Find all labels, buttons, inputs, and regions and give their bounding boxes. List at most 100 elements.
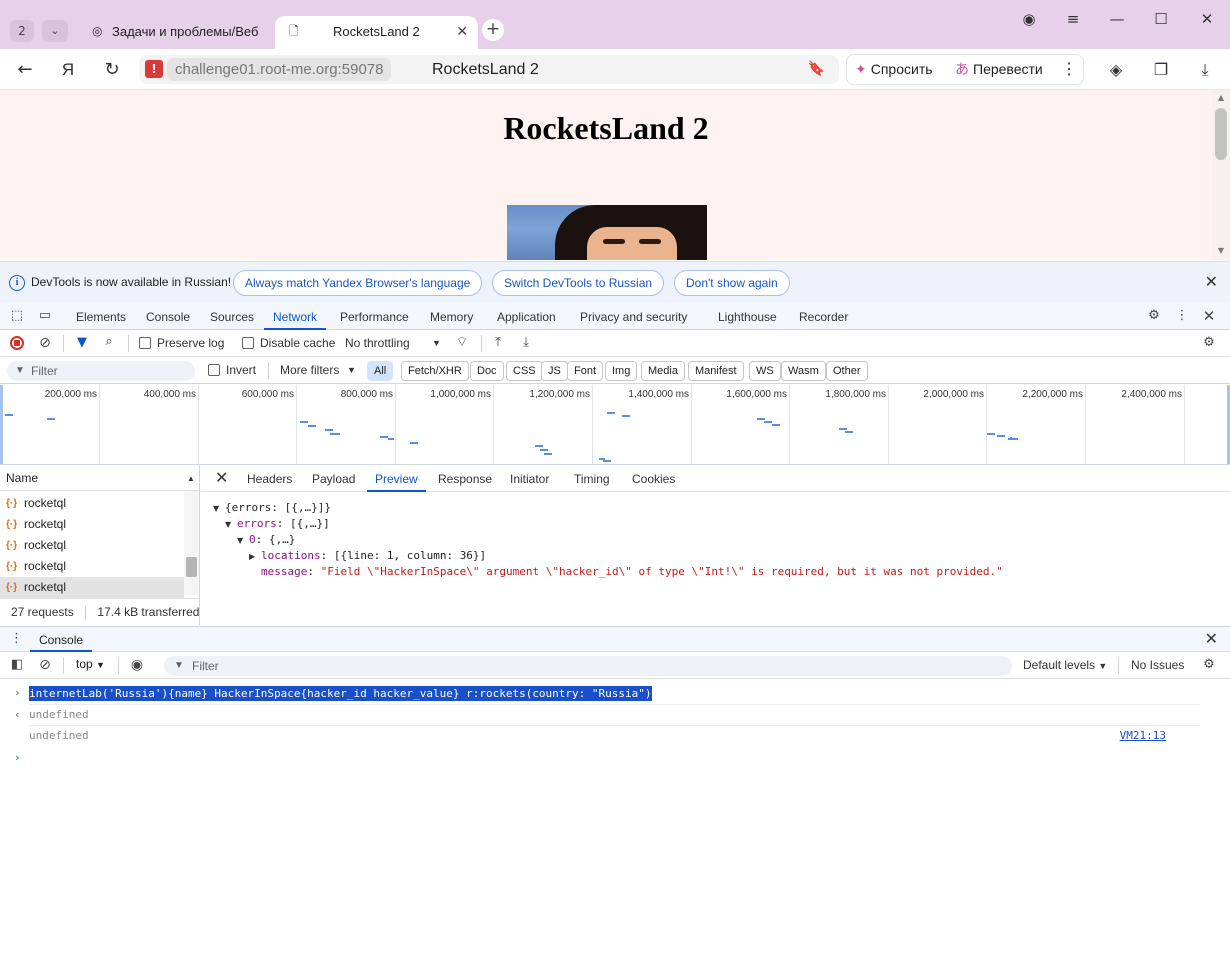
collections-icon[interactable]: ❐ bbox=[1150, 59, 1172, 81]
minimize-icon[interactable]: — bbox=[1106, 8, 1128, 30]
preserve-log-checkbox[interactable] bbox=[139, 337, 151, 349]
more-filters-dropdown[interactable]: More filters bbox=[280, 363, 339, 377]
dont-show-again-button[interactable]: Don't show again bbox=[674, 270, 790, 296]
name-column-header[interactable]: Name ▲ bbox=[0, 465, 199, 491]
console-input-line[interactable]: › internetLab('Russia'){name} HackerInSp… bbox=[0, 686, 1200, 702]
collapsed-triangle-icon[interactable]: ▶ bbox=[249, 552, 255, 561]
back-arrow-icon[interactable]: ← bbox=[14, 59, 36, 81]
page-scrollbar[interactable]: ▲ ▼ bbox=[1212, 90, 1230, 260]
tab-payload[interactable]: Payload bbox=[312, 465, 355, 492]
filter-chip-fetch-xhr[interactable]: Fetch/XHR bbox=[401, 361, 469, 381]
console-input-text[interactable]: internetLab('Russia'){name} HackerInSpac… bbox=[29, 686, 652, 701]
drawer-close-icon[interactable]: ✕ bbox=[1205, 629, 1218, 648]
import-har-icon[interactable]: ⤒ bbox=[489, 334, 507, 352]
scroll-up-icon[interactable]: ▲ bbox=[1216, 93, 1226, 102]
stop-recording-icon[interactable] bbox=[10, 336, 24, 350]
tab-cookies[interactable]: Cookies bbox=[632, 465, 675, 492]
throttling-select[interactable]: No throttling bbox=[345, 336, 410, 350]
request-row-selected[interactable]: {·} rocketql bbox=[0, 577, 184, 598]
filter-chip-other[interactable]: Other bbox=[826, 361, 868, 381]
network-settings-gear-icon[interactable]: ⚙ bbox=[1200, 334, 1218, 352]
browser-tab-rocketsland[interactable]: 🗋 RocketsLand 2 ✕ bbox=[275, 16, 478, 49]
sidebar-toggle-icon[interactable]: ◧ bbox=[8, 656, 26, 674]
invert-checkbox[interactable] bbox=[208, 364, 220, 376]
tab-headers[interactable]: Headers bbox=[247, 465, 292, 492]
tab-counter-button[interactable]: 2 bbox=[10, 20, 34, 42]
settings-gear-icon[interactable]: ⚙ bbox=[1145, 307, 1163, 325]
download-icon[interactable]: ⤓ bbox=[1194, 59, 1216, 81]
expand-triangle-icon[interactable]: ▼ bbox=[225, 520, 231, 529]
tab-preview[interactable]: Preview bbox=[367, 465, 426, 492]
new-tab-button[interactable]: + bbox=[482, 19, 504, 41]
tab-recorder[interactable]: Recorder bbox=[799, 303, 848, 330]
close-detail-icon[interactable]: ✕ bbox=[215, 468, 228, 487]
device-toolbar-icon[interactable]: ▭ bbox=[36, 307, 54, 325]
filter-chip-font[interactable]: Font bbox=[567, 361, 604, 381]
chevron-down-icon[interactable]: ▼ bbox=[347, 365, 356, 375]
source-location-link[interactable]: VM21:13 bbox=[1120, 729, 1166, 742]
tab-memory[interactable]: Memory bbox=[430, 303, 473, 330]
console-prompt-line[interactable]: › bbox=[0, 751, 1200, 767]
inspect-element-icon[interactable]: ⬚ bbox=[8, 307, 26, 325]
filter-chip-all[interactable]: All bbox=[367, 361, 394, 381]
request-row[interactable]: {·} rocketql bbox=[0, 535, 184, 556]
more-vertical-icon[interactable]: ⋮ bbox=[1061, 55, 1077, 84]
infobar-close-icon[interactable]: ✕ bbox=[1205, 272, 1218, 291]
tab-elements[interactable]: Elements bbox=[76, 303, 126, 330]
filter-chip-doc[interactable]: Doc bbox=[470, 361, 504, 381]
tab-timing[interactable]: Timing bbox=[574, 465, 610, 492]
overview-left-handle[interactable] bbox=[0, 385, 3, 464]
tab-initiator[interactable]: Initiator bbox=[510, 465, 549, 492]
filter-chip-ws[interactable]: WS bbox=[749, 361, 781, 381]
tab-response[interactable]: Response bbox=[438, 465, 492, 492]
url-field[interactable]: ! challenge01.root-me.org:59078 RocketsL… bbox=[139, 55, 839, 84]
insecure-warning-icon[interactable]: ! bbox=[145, 60, 163, 78]
tab-list-dropdown-icon[interactable]: ⌄ bbox=[42, 20, 68, 42]
filter-chip-css[interactable]: CSS bbox=[506, 361, 543, 381]
filter-funnel-icon[interactable]: ▼ bbox=[73, 334, 91, 352]
request-row[interactable]: {·} rocketql bbox=[0, 514, 184, 535]
context-selector[interactable]: top ▼ bbox=[76, 657, 105, 671]
network-conditions-icon[interactable]: ⌔ bbox=[453, 334, 471, 352]
log-levels-dropdown[interactable]: Default levels ▼ bbox=[1023, 658, 1107, 672]
bookmark-icon[interactable]: 🔖 bbox=[808, 59, 825, 80]
drawer-tab-console[interactable]: Console bbox=[30, 627, 93, 652]
clear-console-icon[interactable]: ⊘ bbox=[36, 656, 54, 674]
menu-hamburger-icon[interactable]: ≡ bbox=[1062, 8, 1084, 30]
browser-tab-tasks[interactable]: ◎ Задачи и проблемы/Веб bbox=[84, 16, 270, 49]
yandex-logo-icon[interactable]: Я bbox=[57, 59, 79, 81]
maximize-icon[interactable]: ☐ bbox=[1150, 8, 1172, 30]
network-filter-input[interactable]: ▼ Filter bbox=[7, 361, 195, 381]
drawer-menu-icon[interactable]: ⋮ bbox=[10, 631, 23, 646]
tab-close-icon[interactable]: ✕ bbox=[456, 16, 468, 47]
scroll-down-icon[interactable]: ▼ bbox=[1216, 246, 1226, 255]
tab-application[interactable]: Application bbox=[497, 303, 556, 330]
tab-sources[interactable]: Sources bbox=[210, 303, 254, 330]
filter-chip-wasm[interactable]: Wasm bbox=[781, 361, 826, 381]
console-settings-gear-icon[interactable]: ⚙ bbox=[1200, 656, 1218, 674]
filter-chip-media[interactable]: Media bbox=[641, 361, 685, 381]
export-har-icon[interactable]: ⤓ bbox=[517, 334, 535, 352]
request-row[interactable]: {·} rocketql bbox=[0, 556, 184, 577]
sort-ascending-icon[interactable]: ▲ bbox=[187, 465, 195, 492]
devtools-close-icon[interactable]: ✕ bbox=[1200, 307, 1218, 325]
request-row[interactable]: {·} rocketql bbox=[0, 493, 184, 514]
tab-console[interactable]: Console bbox=[146, 303, 190, 330]
issues-counter[interactable]: No Issues bbox=[1131, 658, 1184, 672]
tab-network[interactable]: Network bbox=[264, 303, 327, 330]
always-match-language-button[interactable]: Always match Yandex Browser's language bbox=[233, 270, 483, 296]
expand-triangle-icon[interactable]: ▼ bbox=[237, 536, 243, 545]
filter-chip-img[interactable]: Img bbox=[605, 361, 638, 381]
profile-icon[interactable]: ◉ bbox=[1018, 8, 1040, 30]
tab-performance[interactable]: Performance bbox=[340, 303, 409, 330]
more-vertical-icon[interactable]: ⋮ bbox=[1173, 307, 1191, 325]
console-filter-input[interactable]: ▼ Filter bbox=[164, 656, 1012, 676]
switch-devtools-russian-button[interactable]: Switch DevTools to Russian bbox=[492, 270, 665, 296]
expand-triangle-icon[interactable]: ▼ bbox=[213, 504, 219, 513]
filter-chip-manifest[interactable]: Manifest bbox=[688, 361, 744, 381]
translate-button[interactable]: あ Перевести bbox=[955, 55, 1043, 84]
scrollbar-thumb[interactable] bbox=[186, 557, 197, 577]
scrollbar-thumb[interactable] bbox=[1215, 108, 1227, 160]
tab-privacy-security[interactable]: Privacy and security bbox=[580, 303, 687, 330]
clear-log-icon[interactable]: ⊘ bbox=[36, 334, 54, 352]
